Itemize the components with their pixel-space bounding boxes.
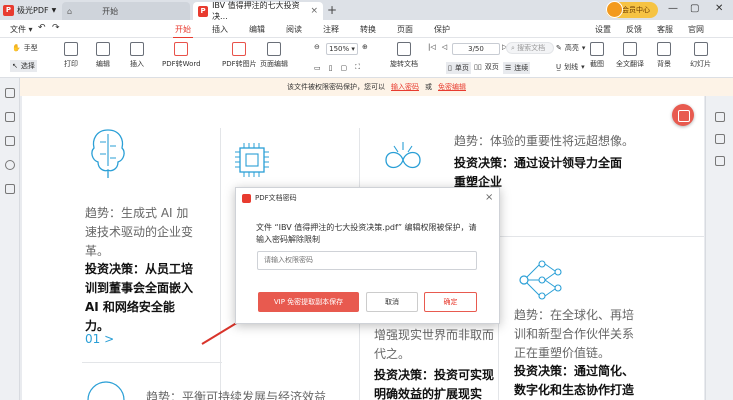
dialog-message: 文件 “IBV 值得押注的七大投资决策.pdf” 编辑权限被保护，请输入密码解除…: [256, 223, 477, 244]
ok-button[interactable]: 确定: [424, 292, 477, 312]
close-icon[interactable]: ×: [485, 192, 493, 203]
pdf-icon: [242, 193, 251, 203]
free-extract-button[interactable]: VIP 免密提取副本保存: [258, 292, 359, 312]
dialog-title: PDF文档密码: [242, 193, 297, 203]
password-dialog: PDF文档密码 × 文件 “IBV 值得押注的七大投资决策.pdf” 编辑权限被…: [235, 187, 500, 324]
password-input[interactable]: [257, 251, 477, 270]
cancel-button[interactable]: 取消: [366, 292, 418, 312]
